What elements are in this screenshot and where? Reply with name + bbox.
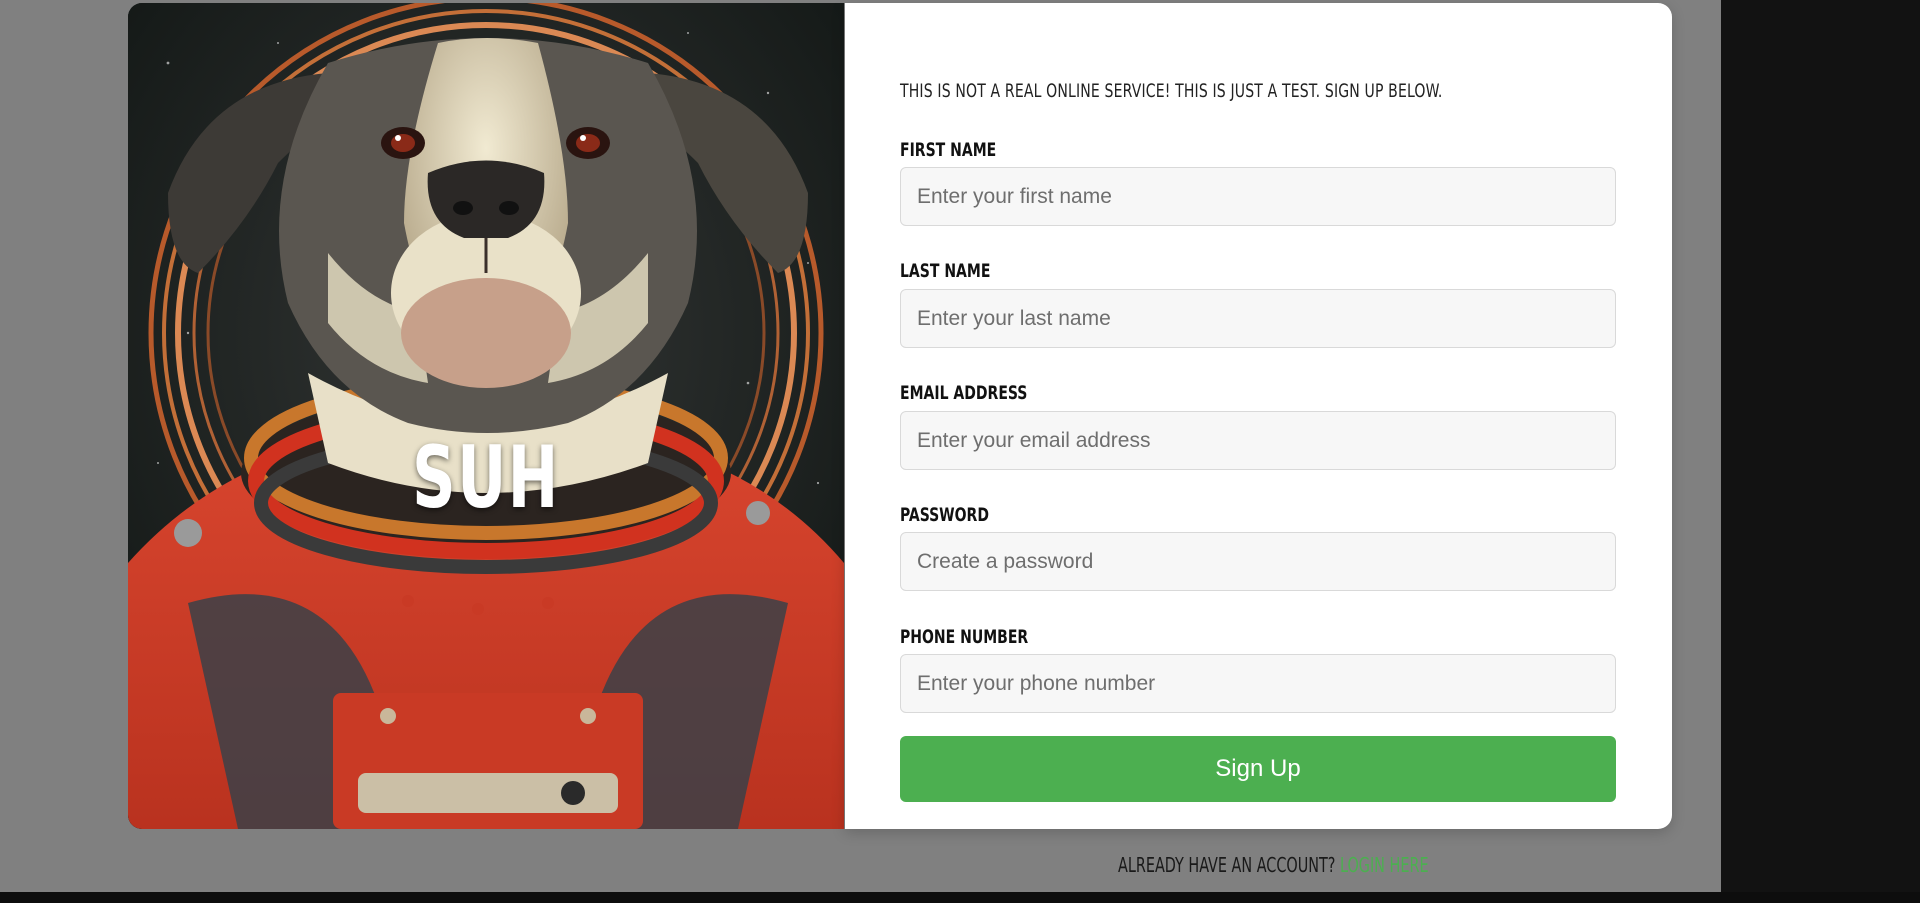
email-label: Email Address bbox=[900, 382, 1028, 404]
window-edge-bottom bbox=[0, 892, 1920, 903]
last-name-input[interactable] bbox=[900, 289, 1616, 348]
email-input[interactable] bbox=[900, 411, 1616, 470]
login-prompt-text: Already have an account? bbox=[1118, 853, 1336, 877]
disclaimer-notice: This is not a real online service! This … bbox=[900, 80, 1443, 102]
window-edge bbox=[1721, 0, 1920, 903]
phone-input[interactable] bbox=[900, 654, 1616, 713]
phone-label: Phone Number bbox=[900, 626, 1029, 648]
first-name-input[interactable] bbox=[900, 167, 1616, 226]
signup-card: This is not a real online service! This … bbox=[845, 3, 1672, 829]
dog-astronaut-illustration bbox=[128, 3, 844, 829]
last-name-label: Last Name bbox=[900, 260, 991, 282]
password-input[interactable] bbox=[900, 532, 1616, 591]
sign-up-button[interactable]: Sign Up bbox=[900, 736, 1616, 802]
hero-overlay-text: SUH bbox=[412, 428, 560, 528]
first-name-label: First Name bbox=[900, 139, 997, 161]
login-link[interactable]: Login here bbox=[1340, 853, 1429, 877]
login-prompt: Already have an account? Login here bbox=[1118, 853, 1429, 877]
hero-image-panel: SUH bbox=[128, 3, 844, 829]
password-label: Password bbox=[900, 504, 989, 526]
